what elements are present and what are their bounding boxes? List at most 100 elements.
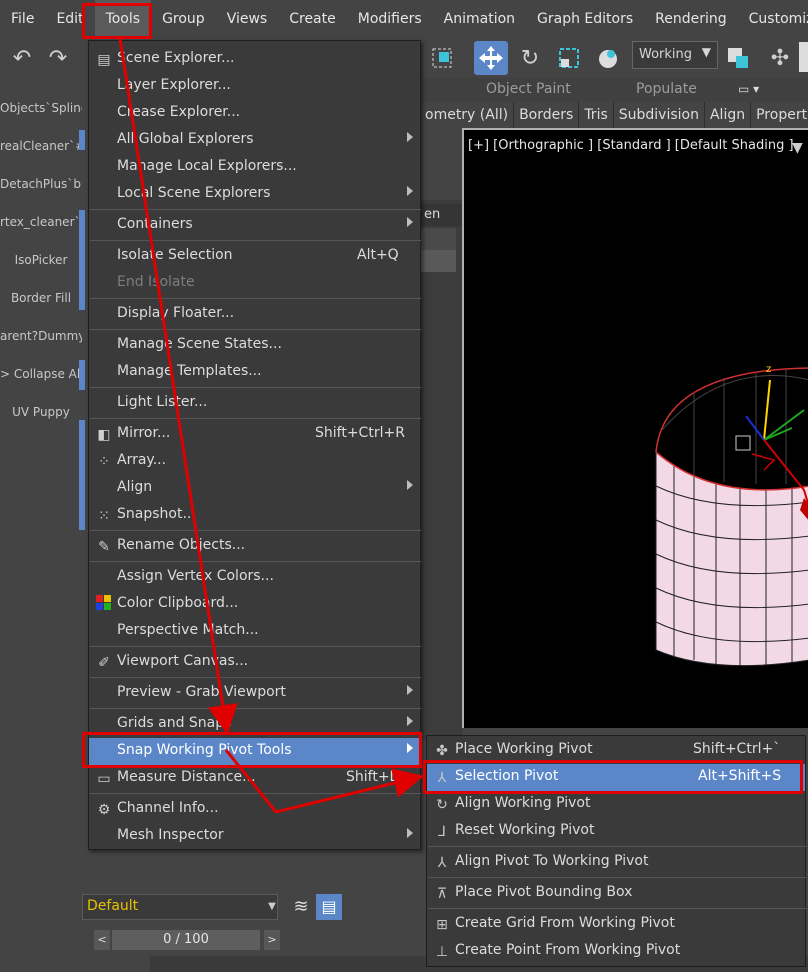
select-manipulate-icon[interactable]: ✣	[766, 44, 794, 72]
tab-geometry-all[interactable]: ometry (All)	[420, 102, 515, 128]
menu-graph-editors[interactable]: Graph Editors	[526, 0, 644, 38]
menu-views[interactable]: Views	[216, 0, 279, 38]
time-slider-value[interactable]: 0 / 100	[112, 930, 260, 950]
menu-group[interactable]: Group	[151, 0, 216, 38]
menu-item-crease-explorer[interactable]: Crease Explorer...	[89, 100, 420, 127]
layer-dropdown[interactable]: Default	[82, 894, 278, 920]
menu-item-label: Local Scene Explorers	[117, 185, 271, 201]
scene-row[interactable]	[420, 250, 456, 272]
menu-item-align[interactable]: Align	[89, 475, 420, 502]
filter-icon[interactable]: ▼	[792, 140, 803, 156]
toolbar-overflow[interactable]	[799, 42, 808, 72]
select-move-icon[interactable]	[474, 41, 508, 75]
menu-item-local-scene-explorers[interactable]: Local Scene Explorers	[89, 181, 420, 208]
menu-item-manage-templates[interactable]: Manage Templates...	[89, 359, 420, 386]
menu-item-mirror[interactable]: ◧ Mirror... Shift+Ctrl+R	[89, 421, 420, 448]
menu-item-manage-scene-states[interactable]: Manage Scene States...	[89, 332, 420, 359]
menu-item-all-global-explorers[interactable]: All Global Explorers	[89, 127, 420, 154]
bounding-box-icon: ⊼	[436, 886, 448, 902]
tab-properties[interactable]: Propert	[751, 102, 808, 128]
menu-item-channel-info[interactable]: ⚙ Channel Info...	[89, 796, 420, 823]
menu-item-label: Create Grid From Working Pivot	[455, 915, 675, 931]
menu-item-array[interactable]: ⁘ Array...	[89, 448, 420, 475]
script-button-uv-puppy[interactable]: UV Puppy	[0, 394, 82, 430]
menu-file[interactable]: File	[0, 0, 45, 38]
viewport[interactable]: z	[462, 128, 808, 728]
menu-item-label: Manage Templates...	[117, 363, 262, 379]
menu-item-reset-working-pivot[interactable]: ⅃ Reset Working Pivot	[427, 818, 805, 845]
menu-item-assign-vertex-colors[interactable]: Assign Vertex Colors...	[89, 564, 420, 591]
tab-tris[interactable]: Tris	[579, 102, 614, 128]
array-icon: ⁘	[98, 454, 110, 470]
coord-system-dropdown[interactable]: Working ▼	[632, 41, 718, 69]
menu-item-mesh-inspector[interactable]: Mesh Inspector	[89, 823, 420, 850]
annotation-box-tools	[82, 3, 152, 39]
menu-rendering[interactable]: Rendering	[644, 0, 738, 38]
time-next-button[interactable]: >	[264, 930, 280, 950]
submenu-arrow-icon	[407, 217, 413, 227]
menu-item-light-lister[interactable]: Light Lister...	[89, 390, 420, 417]
scene-row[interactable]	[420, 228, 456, 250]
ribbon-object-paint[interactable]: Object Paint	[486, 81, 571, 97]
menu-customize[interactable]: Customize	[738, 0, 808, 38]
menu-item-scene-explorer[interactable]: ▤ Scene Explorer...	[89, 46, 420, 73]
menu-item-align-working-pivot[interactable]: ↻ Align Working Pivot	[427, 791, 805, 818]
menu-item-display-floater[interactable]: Display Floater...	[89, 301, 420, 328]
scene-explorer-header[interactable]: en	[420, 204, 462, 226]
layer-explorer-icon[interactable]: ▤	[316, 894, 342, 920]
align-pivot-icon: ↻	[436, 797, 448, 813]
script-button-parent-dummy[interactable]: arent?Dummy	[0, 318, 82, 354]
viewport-label[interactable]: [+] [Orthographic ] [Standard ] [Default…	[468, 138, 794, 153]
menu-item-label: All Global Explorers	[117, 131, 254, 147]
grid-icon: ⊞	[436, 917, 448, 933]
script-button-border-fill[interactable]: Border Fill	[0, 280, 82, 316]
reset-pivot-icon: ⅃	[438, 824, 446, 840]
scale-icon[interactable]	[555, 44, 583, 72]
menu-item-align-pivot-to-working-pivot[interactable]: ⅄ Align Pivot To Working Pivot	[427, 849, 805, 876]
menu-item-manage-local-explorers[interactable]: Manage Local Explorers...	[89, 154, 420, 181]
menu-item-snapshot[interactable]: ⁙ Snapshot...	[89, 502, 420, 529]
menu-item-rename-objects[interactable]: ✎ Rename Objects...	[89, 533, 420, 560]
script-button-isopicker[interactable]: IsoPicker	[0, 242, 82, 278]
menu-create[interactable]: Create	[278, 0, 347, 38]
align-to-pivot-icon: ⅄	[437, 855, 447, 871]
menu-item-containers[interactable]: Containers	[89, 212, 420, 239]
menu-item-shortcut: Alt+Q	[357, 247, 399, 263]
layers-icon[interactable]: ≋	[288, 894, 314, 920]
chevron-down-icon[interactable]: ▼	[266, 894, 278, 920]
menu-item-layer-explorer[interactable]: Layer Explorer...	[89, 73, 420, 100]
menu-item-place-pivot-bounding-box[interactable]: ⊼ Place Pivot Bounding Box	[427, 880, 805, 907]
script-button-collapse-all[interactable]: > Collapse All	[0, 356, 82, 392]
time-prev-button[interactable]: <	[94, 930, 110, 950]
menu-item-color-clipboard[interactable]: Color Clipboard...	[89, 591, 420, 618]
tab-subdivision[interactable]: Subdivision	[614, 102, 705, 128]
menu-item-viewport-canvas[interactable]: ✐ Viewport Canvas...	[89, 649, 420, 676]
menu-item-isolate-selection[interactable]: Isolate Selection Alt+Q	[89, 243, 420, 270]
menu-item-preview-grab-viewport[interactable]: Preview - Grab Viewport	[89, 680, 420, 707]
script-button-vertex-cleaner[interactable]: rtex_cleaner`	[0, 204, 82, 240]
menu-item-shortcut: Shift+Ctrl+R	[315, 425, 405, 441]
rotate-icon[interactable]: ↻	[516, 44, 544, 72]
undo-icon[interactable]: ↶	[8, 44, 36, 72]
pivot-center-icon[interactable]	[724, 44, 752, 72]
script-button-objects-spline[interactable]: Objects`Spline	[0, 90, 82, 126]
menu-item-measure-distance[interactable]: ▭ Measure Distance... Shift+D	[89, 765, 420, 792]
menu-item-create-point-from-working-pivot[interactable]: ⊥ Create Point From Working Pivot	[427, 938, 805, 965]
script-button-real-cleaner[interactable]: realCleaner`#	[0, 128, 82, 164]
menu-modifiers[interactable]: Modifiers	[347, 0, 433, 38]
menu-item-create-grid-from-working-pivot[interactable]: ⊞ Create Grid From Working Pivot	[427, 911, 805, 938]
ribbon-populate[interactable]: Populate	[636, 81, 697, 97]
script-button-detach-plus[interactable]: DetachPlus`b	[0, 166, 82, 202]
menu-item-label: Snapshot...	[117, 506, 196, 522]
place-icon[interactable]	[594, 44, 622, 72]
redo-icon[interactable]: ↷	[44, 44, 72, 72]
menu-item-label: Rename Objects...	[117, 537, 246, 553]
ribbon-options-icon[interactable]: ▭ ▾	[738, 82, 759, 96]
menu-item-label: Place Working Pivot	[455, 741, 593, 757]
menu-item-perspective-match[interactable]: Perspective Match...	[89, 618, 420, 645]
tab-align[interactable]: Align	[705, 102, 752, 128]
select-object-icon[interactable]	[428, 44, 456, 72]
menu-animation[interactable]: Animation	[433, 0, 526, 38]
tab-borders[interactable]: Borders	[514, 102, 580, 128]
time-slider[interactable]: < 0 / 100 >	[94, 930, 284, 950]
